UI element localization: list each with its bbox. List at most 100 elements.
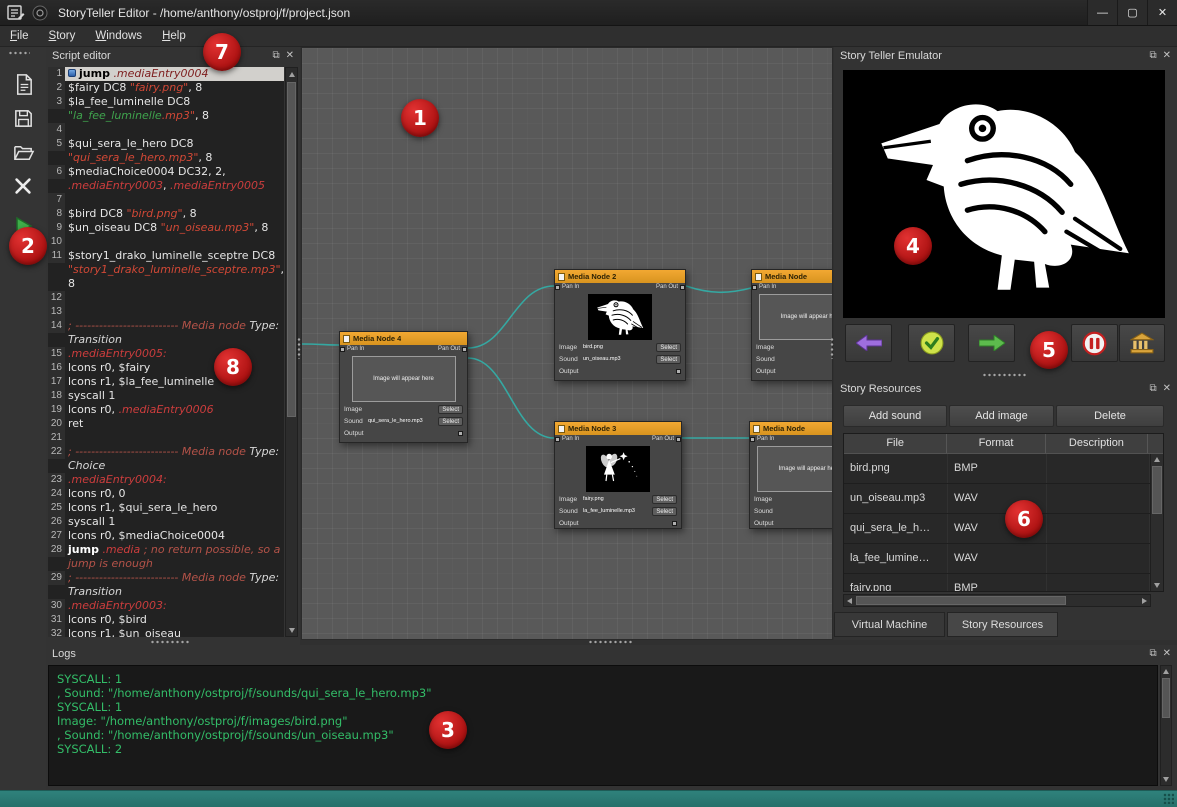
- close-panel-icon[interactable]: ✕: [1163, 649, 1171, 659]
- editor-line-26[interactable]: 26syscall 1: [48, 515, 284, 529]
- output-port[interactable]: [458, 431, 463, 436]
- pan-in-port[interactable]: [340, 347, 345, 352]
- node-canvas[interactable]: Media Node 4Pan InPan OutImage will appe…: [301, 47, 833, 640]
- editor-line-30[interactable]: 30.mediaEntry0003:: [48, 599, 284, 613]
- resource-row[interactable]: un_oiseau.mp3WAV: [844, 484, 1163, 514]
- tab-story-resources[interactable]: Story Resources: [947, 612, 1058, 637]
- pan-in-port[interactable]: [752, 285, 757, 290]
- editor-line-18[interactable]: 18syscall 1: [48, 389, 284, 403]
- menu-windows[interactable]: Windows: [85, 26, 152, 47]
- toolbar-grip[interactable]: [8, 51, 30, 55]
- close-panel-icon[interactable]: ✕: [1163, 384, 1171, 394]
- node-title-bar[interactable]: Media Node 4: [340, 332, 467, 345]
- scroll-up-icon[interactable]: [1163, 669, 1169, 674]
- float-panel-icon[interactable]: ⧉: [1149, 51, 1156, 61]
- pan-out-port[interactable]: [680, 285, 685, 290]
- resource-row[interactable]: qui_sera_le_h…WAV: [844, 514, 1163, 544]
- script-editor-content[interactable]: 1jump .mediaEntry00042$fairy DC8 "fairy.…: [48, 67, 284, 637]
- table-horizontal-scrollbar[interactable]: [843, 594, 1151, 607]
- media-node-2[interactable]: Media Node 2Pan InPan OutImagebird.pngSe…: [554, 269, 686, 381]
- splitter-handle[interactable]: [830, 337, 834, 359]
- menu-help[interactable]: Help: [152, 26, 196, 47]
- resource-row[interactable]: la_fee_lumine…WAV: [844, 544, 1163, 574]
- splitter-handle[interactable]: [297, 337, 301, 359]
- scroll-right-icon[interactable]: [1142, 598, 1147, 604]
- logs-content[interactable]: SYSCALL: 1, Sound: "/home/anthony/ostpro…: [48, 665, 1158, 786]
- pause-button[interactable]: [1071, 324, 1118, 362]
- home-button[interactable]: [1119, 324, 1165, 362]
- editor-line-4[interactable]: 4: [48, 123, 284, 137]
- minimize-button[interactable]: —: [1087, 0, 1117, 25]
- editor-line-2[interactable]: 2$fairy DC8 "fairy.png", 8: [48, 81, 284, 95]
- editor-line-13[interactable]: 13: [48, 305, 284, 319]
- column-file[interactable]: File: [844, 434, 947, 453]
- editor-line-14[interactable]: 14; -------------------------- Media nod…: [48, 319, 284, 347]
- scroll-down-icon[interactable]: [1163, 777, 1169, 782]
- open-button[interactable]: [6, 137, 40, 167]
- editor-line-3[interactable]: 3$la_fee_luminelle DC8 "la_fee_luminelle…: [48, 95, 284, 123]
- node-title-bar[interactable]: Media Node 2: [555, 270, 685, 283]
- scroll-up-icon[interactable]: [289, 72, 295, 77]
- select-image-button[interactable]: Select: [656, 343, 681, 352]
- editor-line-10[interactable]: 10: [48, 235, 284, 249]
- close-panel-icon[interactable]: ✕: [286, 51, 294, 61]
- editor-line-1[interactable]: 1jump .mediaEntry0004: [48, 67, 284, 81]
- resize-grip[interactable]: [1163, 793, 1174, 804]
- select-image-button[interactable]: Select: [652, 495, 677, 504]
- editor-line-7[interactable]: 7: [48, 193, 284, 207]
- float-panel-icon[interactable]: ⧉: [1149, 649, 1156, 659]
- editor-line-20[interactable]: 20ret: [48, 417, 284, 431]
- scroll-up-icon[interactable]: [1154, 457, 1160, 462]
- add-sound-button[interactable]: Add sound: [843, 405, 947, 427]
- column-format[interactable]: Format: [947, 434, 1045, 453]
- pan-out-port[interactable]: [676, 437, 681, 442]
- resource-row[interactable]: bird.pngBMP: [844, 454, 1163, 484]
- editor-line-24[interactable]: 24lcons r0, 0: [48, 487, 284, 501]
- forward-button[interactable]: [968, 324, 1015, 362]
- editor-line-23[interactable]: 23.mediaEntry0004:: [48, 473, 284, 487]
- splitter-handle[interactable]: [982, 373, 1026, 377]
- editor-line-29[interactable]: 29; -------------------------- Media nod…: [48, 571, 284, 599]
- pan-out-port[interactable]: [462, 347, 467, 352]
- new-script-button[interactable]: [6, 69, 40, 99]
- node-title-bar[interactable]: Media Node: [752, 270, 833, 283]
- media-node-1[interactable]: Media Node 4Pan InPan OutImage will appe…: [339, 331, 468, 443]
- splitter-handle[interactable]: [588, 640, 632, 644]
- editor-line-32[interactable]: 32lcons r1, $un_oiseau: [48, 627, 284, 637]
- close-button[interactable]: ✕: [1147, 0, 1177, 25]
- editor-line-6[interactable]: 6$mediaChoice0004 DC32, 2, .mediaEntry00…: [48, 165, 284, 193]
- float-panel-icon[interactable]: ⧉: [1149, 384, 1156, 394]
- maximize-button[interactable]: ▢: [1117, 0, 1147, 25]
- tab-virtual-machine[interactable]: Virtual Machine: [834, 612, 945, 637]
- editor-line-11[interactable]: 11$story1_drako_luminelle_sceptre DC8 "s…: [48, 249, 284, 291]
- scroll-left-icon[interactable]: [847, 598, 852, 604]
- title-bar[interactable]: StoryTeller Editor - /home/anthony/ostpr…: [0, 0, 1177, 26]
- close-panel-icon[interactable]: ✕: [1163, 51, 1171, 61]
- editor-line-19[interactable]: 19lcons r0, .mediaEntry0006: [48, 403, 284, 417]
- close-project-button[interactable]: [6, 171, 40, 201]
- save-button[interactable]: [6, 103, 40, 133]
- logs-scrollbar[interactable]: [1160, 665, 1172, 786]
- editor-line-28[interactable]: 28jump .media ; no return possible, so a…: [48, 543, 284, 571]
- pan-in-port[interactable]: [555, 285, 560, 290]
- menu-file[interactable]: File: [0, 26, 39, 47]
- add-image-button[interactable]: Add image: [949, 405, 1054, 427]
- editor-line-31[interactable]: 31lcons r0, $bird: [48, 613, 284, 627]
- editor-line-21[interactable]: 21: [48, 431, 284, 445]
- select-sound-button[interactable]: Select: [656, 355, 681, 364]
- editor-line-9[interactable]: 9$un_oiseau DC8 "un_oiseau.mp3", 8: [48, 221, 284, 235]
- editor-line-5[interactable]: 5$qui_sera_le_hero DC8 "qui_sera_le_hero…: [48, 137, 284, 165]
- resources-table[interactable]: File Format Description bird.pngBMPun_oi…: [843, 433, 1164, 592]
- pan-in-port[interactable]: [555, 437, 560, 442]
- scroll-down-icon[interactable]: [289, 628, 295, 633]
- select-image-button[interactable]: Select: [438, 405, 463, 414]
- output-port[interactable]: [676, 369, 681, 374]
- float-panel-icon[interactable]: ⧉: [272, 51, 279, 61]
- media-node-4[interactable]: Media NodePan InPan OutImage will appear…: [751, 269, 833, 381]
- resource-row[interactable]: fairy.pngBMP: [844, 574, 1163, 592]
- select-sound-button[interactable]: Select: [438, 417, 463, 426]
- editor-line-25[interactable]: 25lcons r1, $qui_sera_le_hero: [48, 501, 284, 515]
- node-title-bar[interactable]: Media Node 3: [555, 422, 681, 435]
- scroll-down-icon[interactable]: [1154, 583, 1160, 588]
- editor-line-27[interactable]: 27lcons r0, $mediaChoice0004: [48, 529, 284, 543]
